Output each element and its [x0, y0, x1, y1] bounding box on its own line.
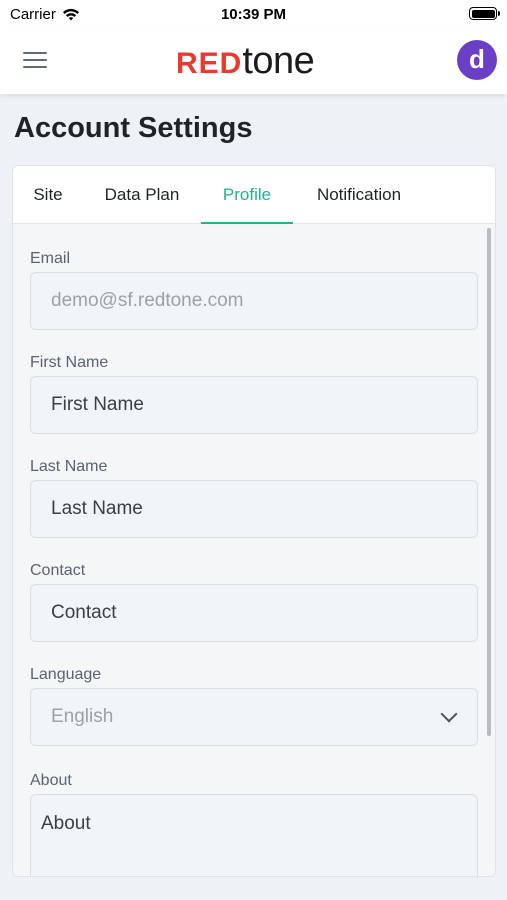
redtone-logo[interactable]: REDtone: [176, 40, 315, 85]
chevron-down-icon[interactable]: [440, 705, 458, 723]
logo-red-text: RED: [176, 47, 243, 80]
language-field-group: Language English: [30, 664, 478, 746]
language-label: Language: [30, 666, 102, 683]
menu-line: [23, 66, 47, 68]
settings-card: Site Data Plan Profile Notification Emai…: [12, 165, 496, 877]
first-name-input[interactable]: First Name: [30, 376, 478, 434]
language-value: English: [51, 706, 114, 727]
app-header: REDtone d: [0, 28, 507, 94]
first-name-label: First Name: [30, 354, 109, 371]
tab-notification[interactable]: Notification: [293, 166, 425, 224]
logo-tone-text: tone: [242, 40, 315, 82]
email-field-group: Email demo@sf.redtone.com: [30, 248, 478, 330]
about-label: About: [30, 772, 72, 789]
hamburger-menu-icon[interactable]: [22, 50, 48, 70]
scrollbar[interactable]: [487, 228, 491, 736]
page-title: Account Settings: [14, 112, 253, 144]
menu-line: [23, 59, 47, 61]
menu-line: [23, 52, 47, 54]
status-time: 10:39 PM: [220, 6, 287, 23]
contact-label: Contact: [30, 562, 86, 579]
battery-level: [471, 9, 495, 18]
profile-form: Email demo@sf.redtone.com First Name Fir…: [13, 224, 495, 876]
contact-input[interactable]: Contact: [30, 584, 478, 642]
status-bar: Carrier 10:39 PM: [0, 0, 507, 28]
language-select[interactable]: English: [30, 688, 478, 746]
contact-field-group: Contact Contact: [30, 560, 478, 642]
about-textarea[interactable]: About: [30, 794, 478, 876]
battery-icon: [469, 7, 500, 20]
last-name-input[interactable]: Last Name: [30, 480, 478, 538]
settings-tabs: Site Data Plan Profile Notification: [13, 166, 495, 225]
last-name-label: Last Name: [30, 458, 108, 475]
tab-profile[interactable]: Profile: [201, 166, 293, 225]
last-name-field-group: Last Name Last Name: [30, 456, 478, 538]
email-label: Email: [30, 250, 71, 267]
email-field[interactable]: demo@sf.redtone.com: [30, 272, 478, 330]
tab-data-plan[interactable]: Data Plan: [83, 166, 201, 224]
tab-site[interactable]: Site: [13, 166, 83, 224]
user-avatar[interactable]: d: [457, 40, 497, 80]
first-name-field-group: First Name First Name: [30, 352, 478, 434]
about-field-group: About About: [30, 770, 478, 876]
